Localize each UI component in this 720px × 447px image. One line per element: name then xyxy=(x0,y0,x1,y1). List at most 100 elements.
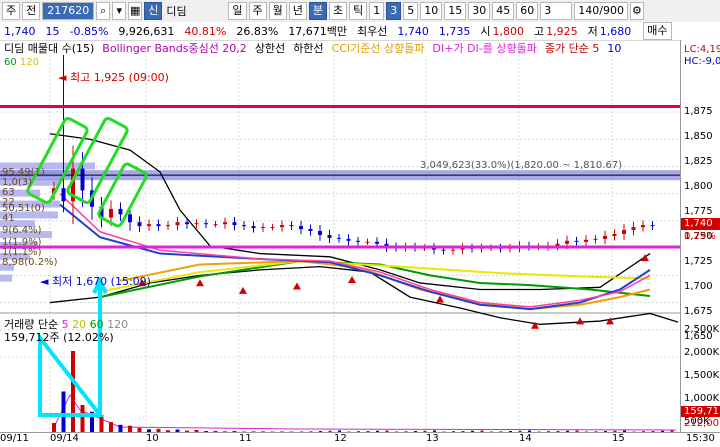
minute-1[interactable]: 1 xyxy=(369,2,384,20)
buy-signal-arrow xyxy=(576,317,584,324)
volume-profile-label: 디딤 매물대 수(15) xyxy=(4,40,94,56)
candle-body xyxy=(261,227,265,228)
minute-15[interactable]: 15 xyxy=(444,2,466,20)
date-13: 13 xyxy=(426,433,439,444)
period-second[interactable]: 초 xyxy=(329,2,347,20)
minute-5[interactable]: 5 xyxy=(403,2,418,20)
period-minute[interactable]: 분 xyxy=(309,2,327,20)
price-chart[interactable]: ◄ 최고 1,925 (09:00)◄ 최저 1,670 (15:09)3,04… xyxy=(0,55,680,432)
candle-body xyxy=(252,226,256,228)
current-pct-tag: 0.29% xyxy=(684,231,716,242)
open-label: 시 xyxy=(480,23,490,39)
candle-body xyxy=(328,235,332,238)
candle-body xyxy=(594,239,598,240)
current-volume-tag-2: 212,00 xyxy=(684,418,719,429)
count-display: 140/900 xyxy=(574,2,628,20)
date-10: 10 xyxy=(146,433,159,444)
volume-bar xyxy=(119,425,123,432)
buy-signal-arrow xyxy=(293,282,301,289)
candle-body xyxy=(318,231,322,235)
settings-icon[interactable]: ⚙ xyxy=(630,2,644,20)
volume-bar xyxy=(62,392,66,433)
ma-60-label: 60 xyxy=(4,57,17,68)
prev-button[interactable]: 전 xyxy=(22,2,40,20)
candle-body xyxy=(603,236,607,239)
quote-info-bar: 1,740 15 -0.85% 9,926,631 40.81% 26.83% … xyxy=(0,22,720,41)
stock-code-input[interactable]: 217620 xyxy=(42,2,94,20)
candle-body xyxy=(613,234,617,236)
period-tick[interactable]: 틱 xyxy=(349,2,367,20)
buy-signal-arrow xyxy=(239,287,247,294)
low-price: 1,680 xyxy=(600,25,632,38)
volume-bar xyxy=(109,422,113,432)
period-month[interactable]: 월 xyxy=(269,2,287,20)
turnover: 26.83% xyxy=(236,25,278,38)
candle-body xyxy=(195,223,199,224)
minute-3[interactable]: 3 xyxy=(386,2,401,20)
candle-body xyxy=(337,238,341,239)
period-year[interactable]: 년 xyxy=(289,2,307,20)
candle-body xyxy=(204,223,208,224)
candle-body xyxy=(584,240,588,242)
date-15: 15 xyxy=(612,433,625,444)
vtick-1000k: 1,000K xyxy=(684,393,719,404)
tick-1700: 1,700 xyxy=(684,281,713,292)
minute-30[interactable]: 30 xyxy=(468,2,490,20)
lower-band-label: 하한선 xyxy=(293,40,323,56)
date-11: 11 xyxy=(239,433,252,444)
current-price-tag: 1,740 xyxy=(681,218,720,230)
volume-bar xyxy=(81,405,85,432)
volume-now: 159,712주 xyxy=(4,331,60,344)
calc-icon[interactable]: ▦ xyxy=(128,2,142,20)
minute-10[interactable]: 10 xyxy=(420,2,442,20)
candle-body xyxy=(442,250,446,251)
stock-name: 디딤 xyxy=(166,3,226,19)
candle-body xyxy=(214,224,218,225)
volume-value: 159,712주 (12.02%) xyxy=(4,329,114,345)
candle-body xyxy=(223,222,227,224)
period-day[interactable]: 일 xyxy=(228,2,246,20)
tick-1725: 1,725 xyxy=(684,256,713,267)
di-label: DI+가 DI-를 상향돌파 xyxy=(433,40,537,56)
vtick-2000k: 2,000K xyxy=(684,347,719,358)
search-icon[interactable]: ⌕ xyxy=(96,2,110,20)
minute-45[interactable]: 45 xyxy=(492,2,514,20)
buy-signal-arrow xyxy=(348,276,356,283)
minute-60[interactable]: 60 xyxy=(516,2,538,20)
date-14: 14 xyxy=(519,433,532,444)
volume-ratio: 40.81% xyxy=(184,25,226,38)
candle-body xyxy=(299,226,303,229)
low-annotation: ◄ 최저 1,670 (15:09) xyxy=(40,275,151,288)
tick-1825: 1,825 xyxy=(684,156,713,167)
candle-body xyxy=(632,227,636,230)
candle-body xyxy=(119,209,123,214)
candle-body xyxy=(556,244,560,246)
bid-price: 1,735 xyxy=(439,25,471,38)
date-0911: 09/11 xyxy=(0,433,29,444)
period-week[interactable]: 주 xyxy=(249,2,267,20)
type-select[interactable]: 주 xyxy=(2,2,20,20)
buy-signal-arrow xyxy=(606,317,614,324)
high-price: 1,925 xyxy=(546,25,578,38)
ask-price: 1,740 xyxy=(397,25,429,38)
buy-button[interactable]: 매수 xyxy=(643,22,671,40)
high-label: 고 xyxy=(534,23,544,39)
candle-body xyxy=(575,241,579,242)
volume-bar xyxy=(71,351,75,432)
best-label: 최우선 xyxy=(357,23,387,39)
candle-body xyxy=(622,230,626,234)
high-annotation: ◄ 최고 1,925 (09:00) xyxy=(58,71,169,84)
cci-label: CCI기준선 상향돌파 xyxy=(332,40,425,56)
tick-1850: 1,850 xyxy=(684,131,713,142)
toolbar: 주 전 217620 ⌕ ▾ ▦ 신 디딤 일 주 월 년 분 초 틱 1 3 … xyxy=(0,0,720,23)
volume-profile-label: 8,98(0.2%) xyxy=(2,257,58,268)
candle-body xyxy=(641,225,645,227)
cyan-triangle xyxy=(40,338,100,415)
ma-periods: 60 120 xyxy=(4,57,39,68)
date-0914: 09/14 xyxy=(50,433,79,444)
bollinger-label: Bollinger Bands중심선 20,2 xyxy=(102,40,247,56)
candle-body xyxy=(147,224,151,226)
interval-select[interactable]: 3 xyxy=(540,2,572,20)
menu-icon[interactable]: ▾ xyxy=(112,2,126,20)
candle-body xyxy=(233,222,237,225)
